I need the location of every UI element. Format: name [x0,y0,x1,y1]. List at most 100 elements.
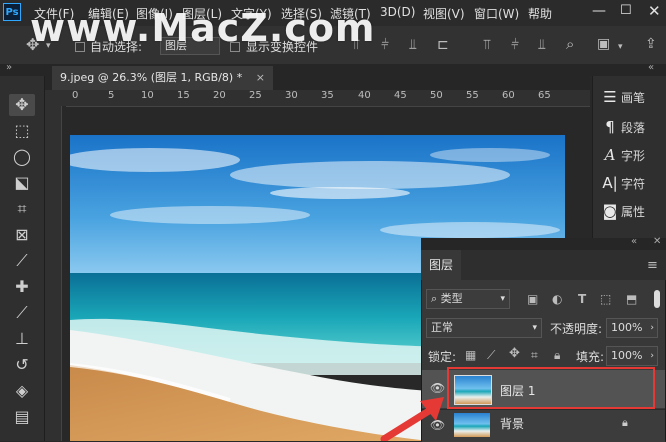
adjustment-filter-icon[interactable]: ◐ [552,292,562,306]
distribute-vcenter-icon[interactable]: ⫩ [511,38,519,52]
ruler-tick: 55 [466,90,479,101]
type-filter-icon[interactable]: T [578,292,586,306]
ruler-tick: 20 [213,90,226,101]
character-icon: A [604,146,616,164]
quick-select-tool-icon[interactable]: ⬕ [9,172,35,194]
align-bottom-icon[interactable]: ⫫ [409,38,417,52]
panel-brush[interactable]: ☰ 画笔 [599,86,645,108]
panel-menu-icon[interactable]: ≡ [647,258,658,273]
ruler-tick: 30 [285,90,298,101]
maximize-icon[interactable]: ☐ [620,3,632,18]
ruler-tick: 5 [108,90,115,101]
ruler-tick: 50 [430,90,443,101]
menu-help[interactable]: 帮助 [528,5,552,22]
layer-thumbnail[interactable] [454,413,490,437]
lasso-tool-icon[interactable]: ◯ [9,146,35,168]
ruler-tick: 25 [249,90,262,101]
expand-toolbar-icon[interactable]: » [6,62,12,73]
ruler-tick: 10 [141,90,154,101]
lock-artboard-icon[interactable]: ⌗ [531,348,538,362]
close-tab-icon[interactable]: × [256,71,265,84]
lock-label: 锁定: [428,350,457,364]
layer-row-background[interactable]: 👁︎ 背景 🔒︎ [422,409,665,442]
frame-tool-icon[interactable]: ⊠ [9,224,35,246]
blend-mode-dropdown[interactable]: 正常 ▾ [426,318,542,338]
ruler-tick: 40 [358,90,371,101]
menu-window[interactable]: 窗口(W) [474,5,519,22]
search-icon: ⌕ [431,292,438,305]
fill-value: 100% [611,349,643,362]
healing-brush-tool-icon[interactable]: ✚ [9,276,35,298]
glyphs-icon: A| [602,174,618,192]
brush-icon: ☰ [603,88,617,106]
opacity-input[interactable]: 100% › [606,318,658,338]
panel-label: 字形 [621,149,646,163]
pixel-filter-icon[interactable]: ▣ [527,292,538,306]
shape-filter-icon[interactable]: ⬚ [600,292,611,306]
arrow-annotation [380,397,444,441]
tab-layers[interactable]: 图层 [421,250,461,280]
visibility-eye-icon[interactable]: 👁︎ [430,381,445,395]
collapse-panels-icon[interactable]: « [648,62,654,73]
search-icon[interactable]: ⌕ [566,37,574,52]
lock-all-icon[interactable]: 🔒︎ [554,348,560,362]
align-left-icon[interactable]: ⊏ [437,38,449,52]
lock-pixels-icon[interactable]: ⟋ [487,348,495,362]
minimize-icon[interactable]: — [592,3,606,19]
close-icon[interactable]: ✕ [648,2,661,20]
photoshop-app-icon[interactable]: Ps [3,3,21,21]
move-tool-icon[interactable]: ✥ [9,94,35,116]
highlight-box [447,367,655,409]
menu-view[interactable]: 视图(V) [423,5,465,22]
vertical-ruler [45,106,62,441]
eraser-tool-icon[interactable]: ◈ [9,380,35,402]
panel-label: 属性 [621,205,646,219]
distribute-top-icon[interactable]: ⫪ [483,38,491,52]
fill-label: 填充: [576,350,605,364]
workspace-icon[interactable]: ▣ [597,37,610,51]
panel-properties[interactable]: ◙ 属性 [599,200,645,222]
blend-mode-value: 正常 [431,321,453,334]
lock-icon: 🔒︎ [622,416,628,429]
panel-paragraph[interactable]: ¶ 段落 [599,116,645,138]
clone-stamp-tool-icon[interactable]: ⊥ [9,328,35,350]
ruler-corner [45,90,66,106]
ruler-tick: 45 [394,90,407,101]
lock-transparent-icon[interactable]: ▦ [465,348,476,362]
panel-label: 字符 [621,177,646,191]
marquee-tool-icon[interactable]: ⬚ [9,120,35,142]
crop-tool-icon[interactable]: ⌗ [9,198,35,220]
collapse-icon[interactable]: « [631,236,637,247]
panel-glyph[interactable]: A 字形 [599,144,645,166]
menu-3d[interactable]: 3D(D) [380,5,415,19]
ruler-tick: 0 [72,90,79,101]
smart-object-filter-icon[interactable]: ⬒ [626,292,637,306]
panel-character[interactable]: A| 字符 [599,172,645,194]
document-tab[interactable]: 9.jpeg @ 26.3% (图层 1, RGB/8) * × [52,66,273,90]
layer-name[interactable]: 背景 [500,415,524,432]
tools-panel: ✥ ⬚ ◯ ⬕ ⌗ ⊠ ⟋ ✚ ⟋ ⊥ ↺ ◈ ▤ [0,76,45,441]
ruler-tick: 60 [502,90,515,101]
fill-input[interactable]: 100% › [606,346,658,366]
layer-filter-dropdown[interactable]: ⌕ 类型 ▾ [426,289,510,309]
share-icon[interactable]: ⇪ [645,37,657,51]
horizontal-ruler: 0 5 10 15 20 25 30 35 40 45 50 55 60 65 [66,90,590,107]
opacity-label: 不透明度: [550,322,603,336]
chevron-down-icon: › [650,351,654,361]
history-brush-tool-icon[interactable]: ↺ [9,354,35,376]
ruler-tick: 35 [321,90,334,101]
close-panel-icon[interactable]: ✕ [653,236,661,247]
distribute-bottom-icon[interactable]: ⫫ [538,38,546,52]
chevron-down-icon[interactable]: ▾ [618,40,623,54]
watermark: www.MacZ.com [30,6,376,50]
lock-position-icon[interactable]: ✥ [509,347,520,361]
filter-toggle[interactable] [654,290,660,308]
align-vcenter-icon[interactable]: ⫩ [381,38,389,52]
panel-label: 段落 [621,121,646,135]
chevron-down-icon: › [650,323,654,333]
gradient-tool-icon[interactable]: ▤ [9,406,35,428]
brush-tool-icon[interactable]: ⟋ [9,302,35,324]
document-tab-label: 9.jpeg @ 26.3% (图层 1, RGB/8) * [60,71,243,84]
layer-filter-value: 类型 [440,292,463,305]
eyedropper-tool-icon[interactable]: ⟋ [9,250,35,272]
